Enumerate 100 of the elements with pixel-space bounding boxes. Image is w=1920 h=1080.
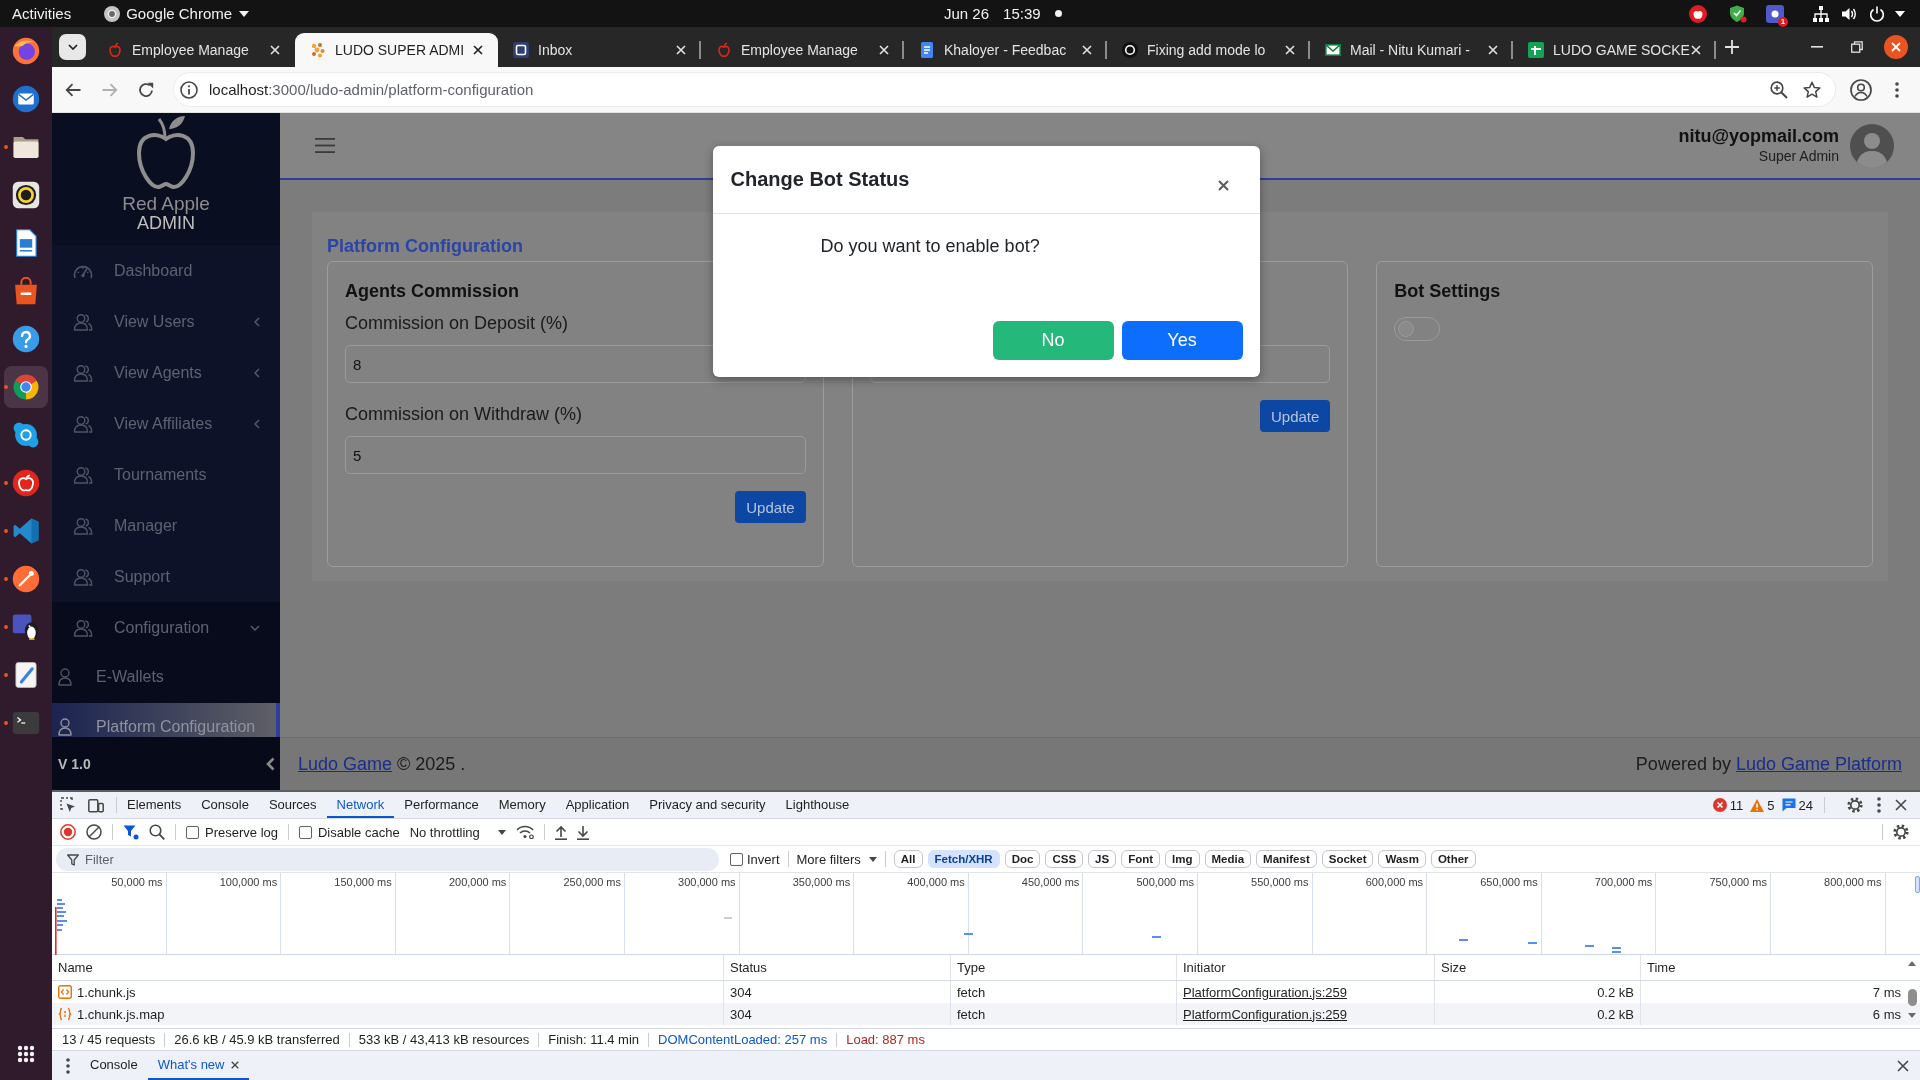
toggle-switch[interactable]: [1394, 317, 1441, 341]
filter-chip[interactable]: Img: [1165, 850, 1200, 868]
panel-tab[interactable]: Lighthouse: [775, 792, 860, 818]
round-logo-icon[interactable]: [4, 366, 48, 408]
profile-icon[interactable]: [1850, 78, 1872, 101]
range-handle[interactable]: [1915, 876, 1920, 893]
panel-tab[interactable]: Application: [555, 792, 640, 818]
menu-icon[interactable]: [315, 138, 335, 153]
panel-tab[interactable]: Elements: [117, 792, 192, 818]
column-header[interactable]: Time: [1641, 955, 1903, 980]
panel-tab[interactable]: Privacy and security: [639, 792, 776, 818]
table-row[interactable]: 1.chunk.js.map 304 fetch PlatformConfiguration.js:259 0.2 kB 6 ms: [52, 1003, 1920, 1025]
power-icon[interactable]: [1869, 5, 1885, 22]
apple-icon[interactable]: [1689, 4, 1707, 23]
inspect-icon[interactable]: [60, 797, 76, 813]
scroll-down-icon[interactable]: [1908, 1013, 1916, 1018]
info-icon[interactable]: [180, 80, 198, 99]
filter-chip[interactable]: Font: [1121, 850, 1161, 868]
filter-chip[interactable]: Wasm: [1378, 850, 1426, 868]
browser-tab[interactable]: LUDO SUPER ADMI: [295, 33, 498, 67]
tab-search-button[interactable]: [59, 34, 86, 60]
reload-icon[interactable]: [138, 81, 154, 98]
address-bar[interactable]: localhost:3000/ludo-admin/platform-configuration: [173, 72, 1836, 107]
download-icon[interactable]: [576, 824, 589, 840]
chevron-left-icon[interactable]: [266, 756, 275, 771]
drawer-tab[interactable]: Console: [80, 1051, 148, 1080]
wifi-icon[interactable]: [515, 825, 534, 839]
close-icon[interactable]: [1895, 799, 1907, 811]
pencil-icon[interactable]: [12, 661, 40, 689]
settings-icon[interactable]: [1893, 824, 1909, 840]
checkbox[interactable]: [730, 852, 743, 866]
checkbox[interactable]: [186, 825, 199, 839]
avatar-icon[interactable]: [1850, 123, 1894, 168]
more-icon[interactable]: [1877, 797, 1881, 813]
scroll-up-icon[interactable]: [1908, 961, 1916, 966]
message-count[interactable]: 24: [1798, 797, 1813, 813]
shield-icon[interactable]: [1729, 4, 1747, 23]
app-menu-button[interactable]: Google Chrome: [104, 5, 250, 22]
drawer-tab[interactable]: What's new: [147, 1051, 249, 1080]
filter-chip[interactable]: Fetch/XHR: [927, 850, 1000, 868]
restore-icon[interactable]: [1851, 41, 1863, 53]
pen-icon[interactable]: [12, 565, 40, 593]
filter-chip[interactable]: JS: [1088, 850, 1117, 868]
initiator-link[interactable]: PlatformConfiguration.js:259: [1183, 1006, 1348, 1022]
back-icon[interactable]: [65, 82, 81, 97]
settings-icon[interactable]: [1847, 797, 1863, 813]
clear-icon[interactable]: [86, 824, 102, 840]
volume-icon[interactable]: [1841, 5, 1857, 22]
ring-icon[interactable]: [12, 181, 40, 209]
confirm-button[interactable]: Yes: [1121, 321, 1243, 360]
envelope-icon[interactable]: [12, 85, 40, 113]
more-icon[interactable]: [66, 1057, 70, 1074]
filter-chip[interactable]: Other: [1430, 850, 1476, 868]
penguin-icon[interactable]: [12, 613, 40, 641]
cloud-icon[interactable]: [12, 421, 40, 449]
shopping-bag-icon[interactable]: [12, 277, 40, 305]
star-icon[interactable]: [1803, 80, 1821, 99]
close-icon[interactable]: [1217, 180, 1229, 191]
browser-tab[interactable]: Employee Manage: [92, 33, 295, 67]
initiator-link[interactable]: PlatformConfiguration.js:259: [1183, 984, 1348, 1000]
ribbon-icon[interactable]: [12, 517, 40, 545]
close-icon[interactable]: [1884, 35, 1908, 59]
panel-tab[interactable]: Network: [326, 792, 395, 818]
warning-icon[interactable]: [1750, 798, 1765, 812]
message-icon[interactable]: [1781, 798, 1796, 812]
scrollbar-thumb[interactable]: [1908, 989, 1917, 1006]
activities-button[interactable]: Activities: [12, 5, 72, 22]
column-header[interactable]: Initiator: [1177, 955, 1435, 980]
update-button[interactable]: Update: [1259, 400, 1331, 432]
clock-button[interactable]: Jun 26 15:39: [944, 5, 1041, 22]
tile-icon[interactable]: [1766, 4, 1784, 23]
zoom-in-icon[interactable]: [1770, 80, 1788, 99]
help-icon[interactable]: [12, 325, 40, 353]
throttling-dropdown[interactable]: No throttling: [409, 824, 506, 840]
update-button[interactable]: Update: [735, 491, 806, 523]
app-grid-icon[interactable]: [17, 1045, 35, 1063]
search-icon[interactable]: [149, 824, 165, 840]
record-icon[interactable]: [60, 824, 76, 840]
filter-chip[interactable]: Manifest: [1256, 850, 1317, 868]
orb-icon[interactable]: [12, 37, 40, 65]
panel-tab[interactable]: Console: [191, 792, 259, 818]
filter-chip[interactable]: All: [893, 850, 923, 868]
filter-chip[interactable]: CSS: [1045, 850, 1084, 868]
caret-down-icon[interactable]: [1895, 10, 1905, 17]
error-icon[interactable]: [1712, 798, 1727, 812]
number-field[interactable]: 5: [345, 436, 806, 474]
plus-icon[interactable]: [1725, 40, 1739, 54]
panel-tab[interactable]: Sources: [258, 792, 327, 818]
sidebar-item[interactable]: Platform Configuration: [52, 703, 280, 737]
panel-tab[interactable]: Memory: [488, 792, 556, 818]
more-filters-dropdown[interactable]: More filters: [796, 851, 877, 867]
filter-chip[interactable]: Media: [1204, 850, 1252, 868]
error-count[interactable]: 11: [1729, 797, 1744, 813]
column-header[interactable]: Type: [951, 955, 1177, 980]
column-header[interactable]: Size: [1435, 955, 1641, 980]
checkbox[interactable]: [299, 825, 312, 839]
filter-chip[interactable]: Socket: [1321, 850, 1374, 868]
column-header[interactable]: Status: [724, 955, 951, 980]
upload-icon[interactable]: [554, 824, 567, 840]
close-icon[interactable]: [473, 45, 483, 55]
